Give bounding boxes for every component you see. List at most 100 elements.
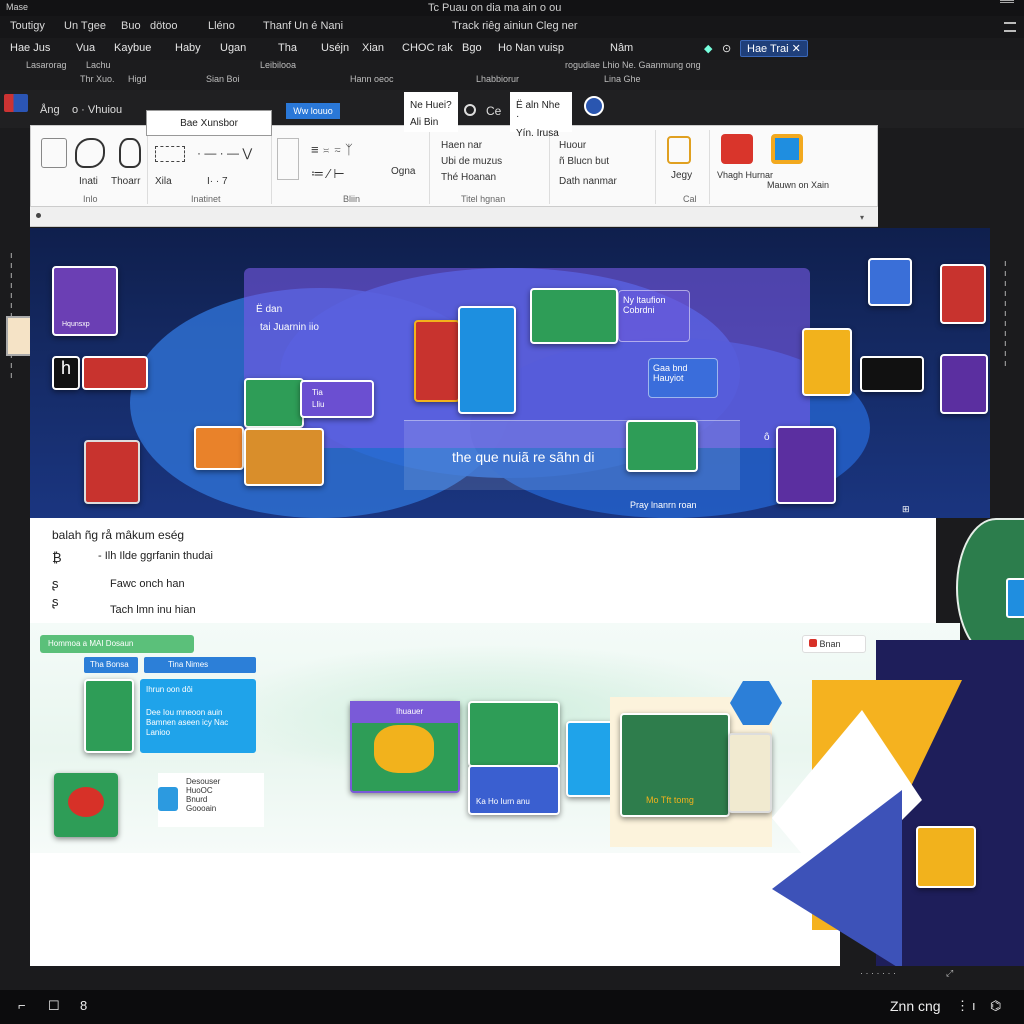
tab-a[interactable]: Tha Bonsa [84, 657, 138, 673]
card-tall-blue[interactable] [458, 306, 516, 414]
chip-top[interactable]: Hommoa a MAI Dosaun [40, 635, 194, 653]
toolbar-item[interactable]: Bgo [462, 42, 482, 54]
card-green-4[interactable] [468, 701, 560, 767]
indent-icons[interactable]: ≔ ⁄ ⊢ [311, 166, 345, 182]
sub-item[interactable]: Sian Boi [206, 74, 240, 84]
card-dark[interactable] [860, 356, 924, 392]
info-card-2[interactable]: Desouser HuoOC Bnurd Goooain [158, 773, 264, 827]
list-icon[interactable] [277, 138, 299, 180]
globe-widget[interactable] [956, 518, 1024, 658]
sub-item[interactable]: rogudiae Lhio Ne. Gaanmung ong [565, 60, 701, 70]
card-red-2[interactable] [84, 440, 140, 504]
sub-item[interactable]: Lhabbiorur [476, 74, 519, 84]
card-yellow[interactable] [802, 328, 852, 396]
close-icon[interactable]: ✕ [792, 43, 801, 55]
card-red[interactable] [82, 356, 148, 390]
toolbar-item[interactable]: Ho Nan vuisp [498, 42, 564, 54]
sub-item[interactable]: Leibilooa [260, 60, 296, 70]
toolbar-item[interactable]: Vua [76, 42, 95, 54]
card-blue-small[interactable] [868, 258, 912, 306]
toolbar-item[interactable]: Kaybue [114, 42, 151, 54]
edit-icon[interactable]: ☐ [48, 998, 60, 1014]
card-purple[interactable]: Hqunsxp [52, 266, 118, 336]
card-right-bottom[interactable] [916, 826, 976, 888]
ribbon-item[interactable]: Huour [559, 140, 586, 151]
insert-icon[interactable] [41, 138, 67, 168]
menu-item[interactable]: Lléno [208, 20, 235, 32]
doc-label[interactable]: o · Vhuiou [72, 104, 122, 116]
blue-button[interactable]: Ww louuo [286, 103, 340, 119]
popup-b-text[interactable]: Ce [486, 104, 501, 118]
globe-card[interactable] [1006, 578, 1024, 618]
toolbar-item[interactable]: Nâm [610, 42, 633, 54]
card-green[interactable] [244, 378, 304, 428]
app-blue-icon[interactable] [771, 134, 803, 164]
tray-icon[interactable]: ⋮ [956, 998, 969, 1014]
card-green-bottom[interactable] [84, 679, 134, 753]
card-pepper[interactable] [54, 773, 118, 837]
pin-icon[interactable]: ⌐ [18, 998, 26, 1013]
card-blue-bottom[interactable]: Ka Ho Iurn anu [468, 765, 560, 815]
ribbon-item[interactable]: Jegy [671, 170, 692, 181]
ribbon-item[interactable]: Vhagh Hurnar [717, 170, 773, 180]
tab-b[interactable]: Tina Nimes [144, 657, 256, 673]
profile-icon[interactable] [584, 96, 604, 116]
card-black[interactable]: h [52, 356, 80, 390]
app-label[interactable]: Ång [40, 104, 60, 116]
pin-icon[interactable]: ⊙ [722, 42, 731, 55]
dropdown-icon[interactable]: ▾ [860, 213, 864, 222]
sub-item[interactable]: Lachu [86, 60, 111, 70]
ribbon-item[interactable]: Ogna [391, 166, 415, 177]
ribbon-item[interactable]: Haen nar [441, 140, 482, 151]
card-purple-2[interactable] [776, 426, 836, 504]
ribbon-item[interactable]: Inati [79, 176, 98, 187]
cup-icon[interactable] [667, 136, 691, 164]
ribbon-item[interactable]: Thé Hoanan [441, 172, 496, 183]
hamburger-icon[interactable] [1004, 22, 1016, 32]
refresh-icon[interactable] [464, 104, 476, 116]
menu-item[interactable]: dötoo [150, 20, 178, 32]
sub-item[interactable]: Hann oeoc [350, 74, 394, 84]
card-purple-right[interactable] [940, 354, 988, 414]
align-icon[interactable]: · — · — ⋁ [197, 146, 252, 160]
notification-icon[interactable]: ⌬ [990, 998, 1001, 1014]
toolbar-item[interactable]: Ugan [220, 42, 246, 54]
sub-item[interactable]: Lina Ghe [604, 74, 641, 84]
ribbon-item[interactable]: Ubi de muzus [441, 156, 502, 167]
toolbar-item[interactable]: Hae Jus [10, 42, 50, 54]
card-green-3[interactable] [626, 420, 698, 472]
toolbar-item[interactable]: Uséjn [321, 42, 349, 54]
card-paper[interactable] [728, 733, 772, 813]
card-label[interactable]: Tia Lliu [300, 380, 374, 418]
sub-item[interactable]: Thr Xuo. [80, 74, 115, 84]
card-green-2[interactable] [530, 288, 618, 344]
toolbar-item[interactable]: Xian [362, 42, 384, 54]
tag-button[interactable]: Hae Trai ✕ [740, 40, 808, 57]
cylinder-icon[interactable] [119, 138, 141, 168]
popup-c[interactable]: Ë aln Nhe · Yín. Irusa [510, 92, 572, 139]
menu-item[interactable]: Un Tgee [64, 20, 106, 32]
sub-item[interactable]: Lasarorag [26, 60, 67, 70]
menu-item[interactable]: Toutigy [10, 20, 45, 32]
shape-icon[interactable] [75, 138, 105, 168]
toolbar-item[interactable]: Haby [175, 42, 201, 54]
ribbon-item[interactable]: Mauwn on Xain [767, 180, 829, 190]
ribbon-item[interactable]: ñ Blucn but [559, 156, 609, 167]
ribbon-item[interactable]: I· · 7 [207, 176, 228, 187]
grid-icon[interactable] [155, 146, 185, 162]
expand-icon[interactable]: ⤢ [946, 968, 953, 979]
popup-a[interactable]: Ne Huei? Ali Bin [404, 92, 458, 132]
ribbon-item[interactable]: Thoarr [111, 176, 140, 187]
card-cyan[interactable] [566, 721, 616, 797]
paragraph-icons[interactable]: ≡ ≍ ≂ ᛉ [311, 142, 353, 157]
card-food[interactable] [244, 428, 324, 486]
card-tall-red[interactable] [414, 320, 460, 402]
loop-icon[interactable]: 8 [80, 998, 87, 1013]
info-card[interactable]: Ihrun oon dôi Dee Iou mneoon auin Bamnen… [140, 679, 256, 753]
card-orange[interactable] [194, 426, 244, 470]
menu-item[interactable]: Thanf Un é Nani [263, 20, 343, 32]
tray-icon[interactable]: ı [972, 998, 976, 1013]
toolbar-item[interactable]: Tha [278, 42, 297, 54]
sub-item[interactable]: Higd [128, 74, 147, 84]
toolbar-item[interactable]: CHOC rak [402, 42, 453, 54]
